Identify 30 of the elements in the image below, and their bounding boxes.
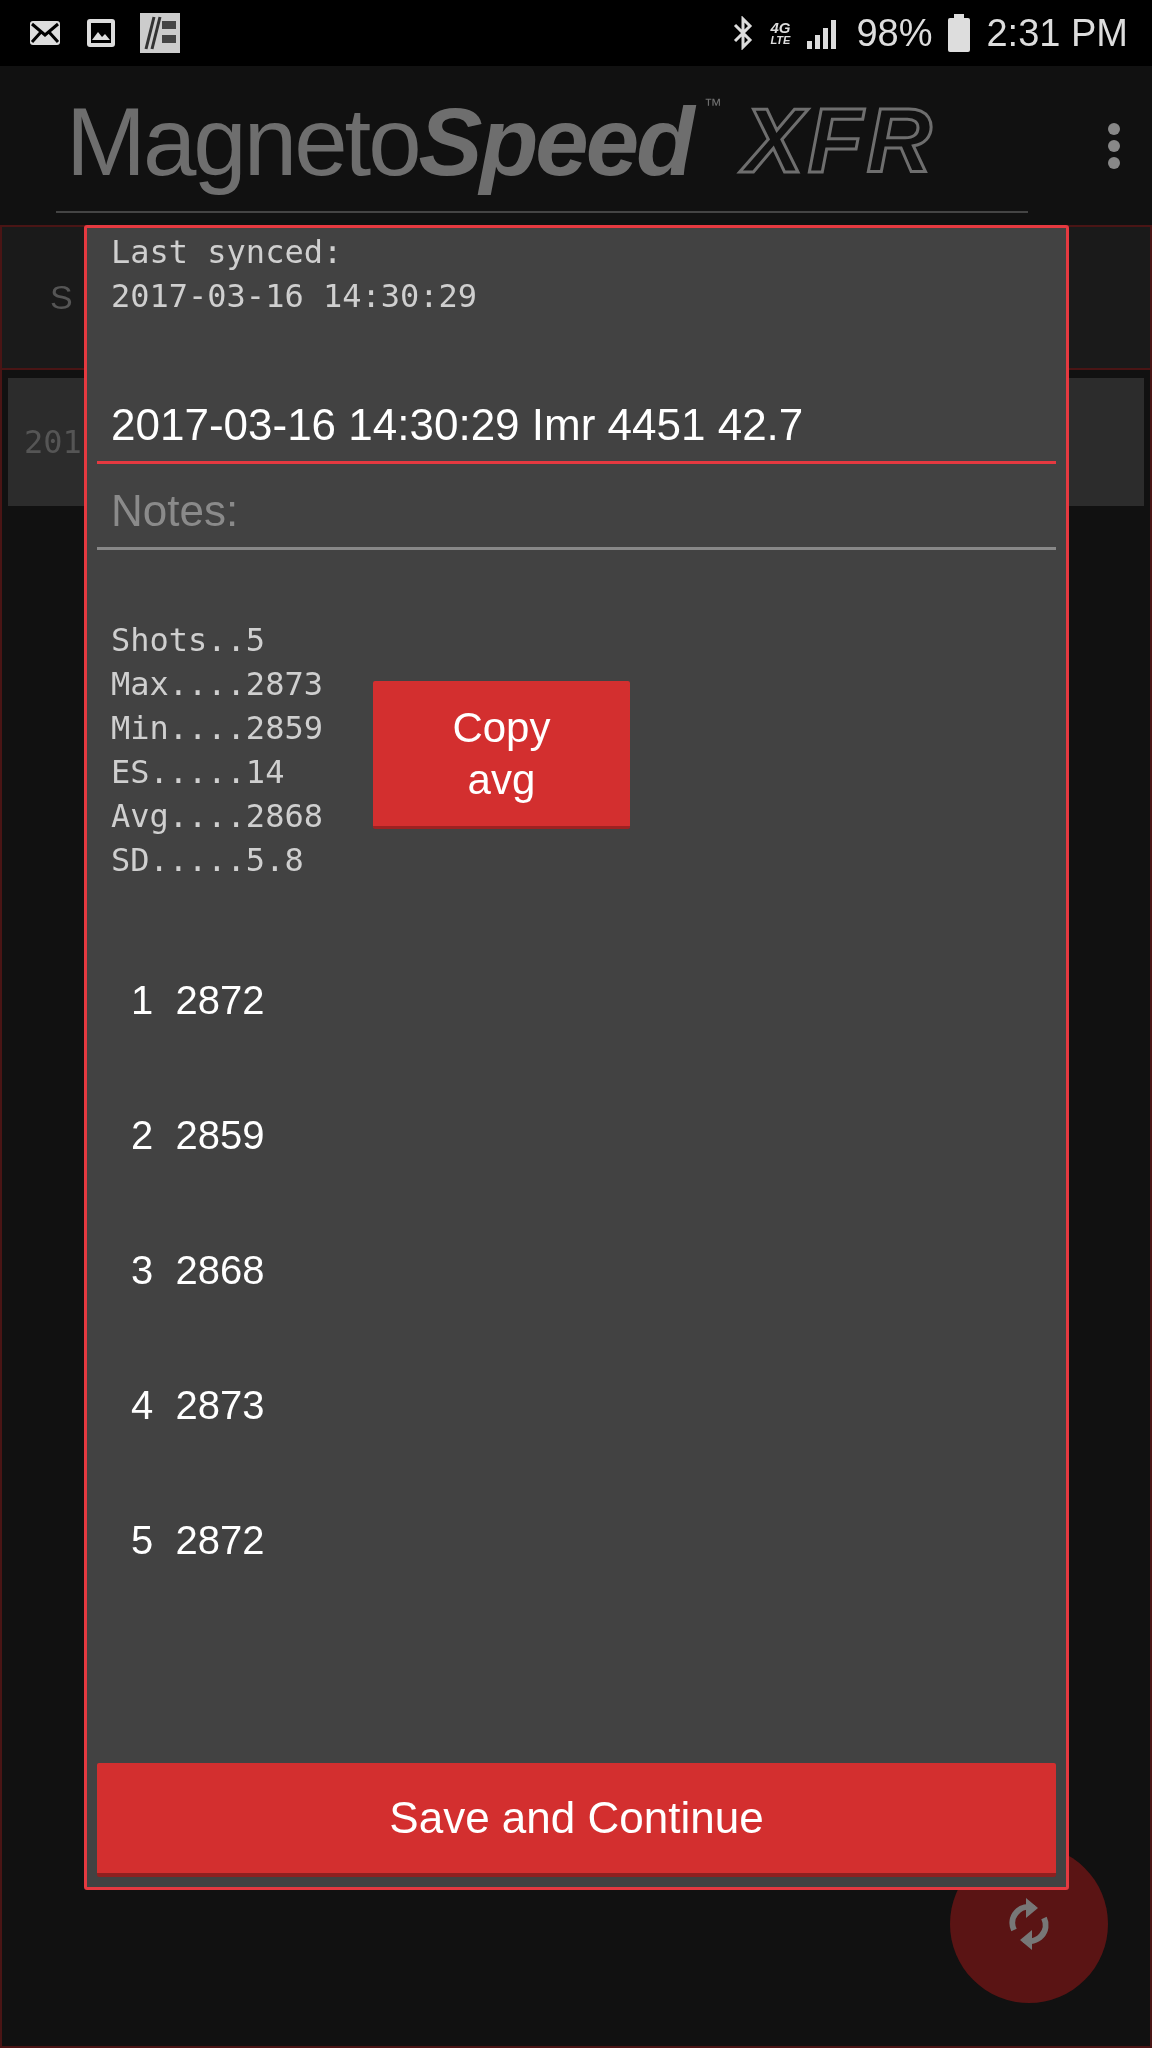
copy-avg-button[interactable]: Copy avg bbox=[372, 681, 630, 829]
shot-entry[interactable]: 5 2872 bbox=[131, 1509, 265, 1570]
last-synced-time: 2017-03-16 14:30:29 bbox=[110, 276, 479, 317]
bluetooth-icon bbox=[732, 16, 755, 50]
clock: 2:31 PM bbox=[986, 10, 1128, 56]
network-type: 4G bbox=[770, 20, 791, 35]
shot-entry[interactable]: 1 2872 bbox=[131, 969, 265, 1030]
stat-line: SD.....5.8 bbox=[111, 840, 305, 881]
app-icon bbox=[140, 13, 180, 53]
logo-text: MagnetoSpeed bbox=[66, 81, 704, 202]
last-synced-label: Last synced: bbox=[110, 232, 344, 273]
shot-entry[interactable]: 4 2873 bbox=[131, 1374, 265, 1435]
notes-field[interactable]: Notes: bbox=[97, 474, 1056, 550]
stat-line: Min....2859 bbox=[111, 708, 323, 749]
mail-icon bbox=[28, 19, 62, 47]
save-and-continue-button[interactable]: Save and Continue bbox=[97, 1763, 1056, 1877]
logo-suffix: XFR bbox=[737, 85, 950, 198]
shot-entry[interactable]: 2 2859 bbox=[131, 1104, 265, 1165]
overflow-menu-icon[interactable] bbox=[1106, 121, 1122, 170]
network-subtype: LTE bbox=[770, 35, 791, 46]
stat-line: Shots..5 bbox=[111, 620, 267, 661]
image-icon bbox=[86, 18, 116, 48]
trademark-mark: ™ bbox=[703, 93, 722, 117]
shot-entry[interactable]: 3 2868 bbox=[131, 1239, 265, 1300]
title-field[interactable]: 2017-03-16 14:30:29 Imr 4451 42.7 bbox=[97, 388, 1056, 464]
stat-line: ES.....14 bbox=[111, 752, 286, 793]
battery-icon bbox=[948, 14, 971, 52]
battery-percent: 98% bbox=[856, 10, 933, 56]
stat-line: Avg....2868 bbox=[111, 796, 323, 837]
stat-line: Max....2873 bbox=[111, 664, 323, 705]
